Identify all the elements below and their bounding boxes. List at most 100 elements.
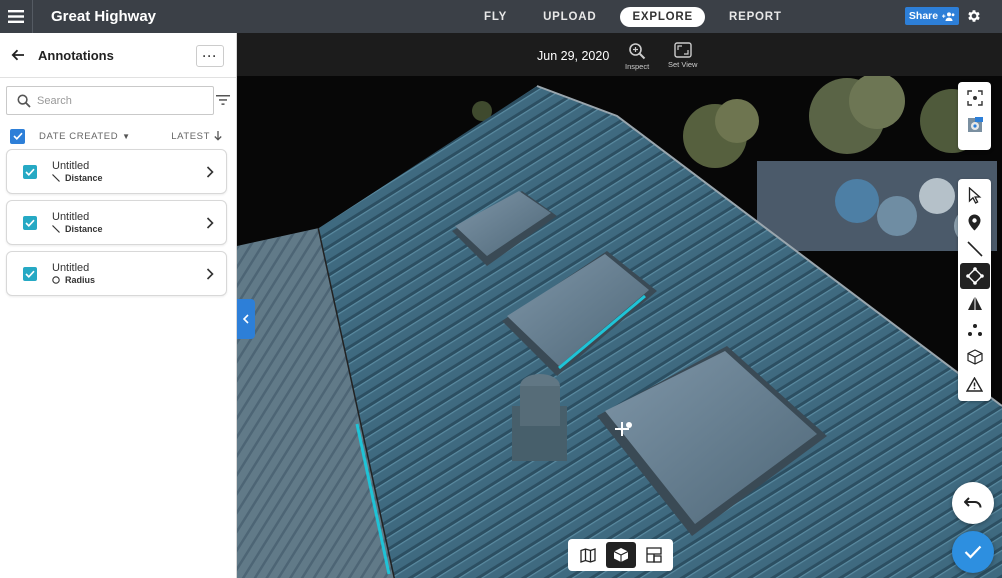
3d-viewport[interactable]: Jun 29, 2020 Inspect Set View [237,33,1002,578]
annotation-name: Untitled [52,160,90,172]
annotation-type: Distance [52,224,103,234]
add-people-icon [942,11,955,21]
sort-field-dropdown[interactable]: DATE CREATED [39,131,118,142]
issue-tool[interactable] [960,371,990,397]
warning-icon [966,376,983,392]
annotation-item[interactable]: Untitled Distance [6,200,227,245]
annotation-type: Distance [52,173,103,183]
settings-gear-icon[interactable] [966,8,982,24]
map-view-button[interactable] [573,542,603,568]
set-view-label: Set View [668,60,698,69]
checkmark-icon [12,132,23,140]
select-tool[interactable] [960,182,990,208]
checkmark-icon [964,545,982,559]
arrow-down-icon [214,131,222,141]
search-icon [17,93,31,108]
checkmark-icon [25,168,35,176]
inspect-label: Inspect [625,62,650,71]
chevron-right-icon [206,268,214,280]
roof-vent [512,374,567,461]
menu-button[interactable] [0,0,33,33]
viewport-header: Jun 29, 2020 Inspect Set View [237,33,1002,76]
location-tool[interactable] [960,209,990,235]
tab-fly[interactable]: FLY [466,7,525,27]
sort-order-toggle[interactable]: LATEST [171,131,222,142]
confirm-button[interactable] [952,531,994,573]
map-icon [579,547,596,563]
height-icon [967,296,982,310]
annotation-type: Radius [52,275,95,285]
cursor-icon [968,186,981,204]
annotation-type-label: Radius [65,275,96,285]
height-tool[interactable] [960,290,990,316]
distance-tool[interactable] [960,236,990,262]
annotation-name: Untitled [52,262,90,274]
tab-upload[interactable]: UPLOAD [525,7,614,27]
select-all-checkbox[interactable] [10,128,25,144]
distance-line-icon [966,241,983,257]
collapse-sidebar-button[interactable] [237,299,255,339]
view-settings-button[interactable] [960,112,990,138]
chevron-left-icon [243,314,249,324]
more-options-button[interactable]: ··· [196,45,224,67]
annotation-checkbox[interactable] [23,165,37,179]
view-mode-switcher [568,539,673,571]
annotation-type-label: Distance [65,224,103,234]
share-label: Share [908,10,939,22]
set-view-tool[interactable]: Set View [668,42,697,69]
main-nav: FLY UPLOAD EXPLORE REPORT [466,0,800,33]
view-settings-icon [967,117,983,132]
polygon-icon [965,267,984,285]
3d-view-button[interactable] [605,542,636,568]
search-box [6,86,214,115]
top-bar: Great Highway FLY UPLOAD EXPLORE REPORT … [0,0,1002,33]
area-tool[interactable] [959,263,990,289]
fit-view-button[interactable] [960,85,990,111]
frame-icon [674,42,692,58]
checkmark-icon [25,270,35,278]
share-button[interactable]: Share [905,7,959,25]
fit-view-icon [966,90,983,106]
layout-icon [645,547,662,563]
chevron-right-icon [206,217,214,229]
undo-button[interactable] [952,482,994,524]
sidebar-header: Annotations ··· [0,33,236,78]
annotation-name: Untitled [52,211,90,223]
sidebar-title: Annotations [38,47,114,63]
points-icon [967,324,982,336]
annotation-tools-panel [958,179,991,401]
sort-row: DATE CREATED ▼ LATEST [10,128,226,144]
annotations-sidebar: Annotations ··· DATE CREATED ▼ LATEST Un… [0,33,237,578]
annotation-item[interactable]: Untitled Radius [6,251,227,296]
hamburger-icon [8,10,24,23]
search-input[interactable] [37,94,197,107]
back-arrow-icon[interactable] [10,47,26,63]
view-tools-panel [958,82,991,150]
circle-icon [52,276,60,284]
line-icon [52,225,60,233]
line-icon [52,174,60,182]
annotation-item[interactable]: Untitled Distance [6,149,227,194]
annotation-checkbox[interactable] [23,267,37,281]
volume-tool[interactable] [960,344,990,370]
inspect-tool[interactable]: Inspect [625,42,649,71]
filter-icon[interactable] [216,95,230,105]
capture-date[interactable]: Jun 29, 2020 [537,49,609,63]
tab-report[interactable]: REPORT [711,7,800,27]
volume-cube-icon [966,349,983,365]
sort-order-label: LATEST [171,130,210,142]
zoom-icon [629,43,646,60]
checkmark-icon [25,219,35,227]
project-title: Great Highway [51,8,157,25]
points-tool[interactable] [960,317,990,343]
annotation-checkbox[interactable] [23,216,37,230]
3d-model-icon [613,548,628,562]
tab-explore[interactable]: EXPLORE [620,6,705,27]
location-pin-icon [968,214,981,230]
undo-icon [964,497,982,508]
annotation-type-label: Distance [65,173,103,183]
roof-3d-scene[interactable] [237,76,1002,578]
caret-down-icon: ▼ [122,131,131,141]
split-view-button[interactable] [639,542,669,568]
more-label: ··· [202,49,218,63]
